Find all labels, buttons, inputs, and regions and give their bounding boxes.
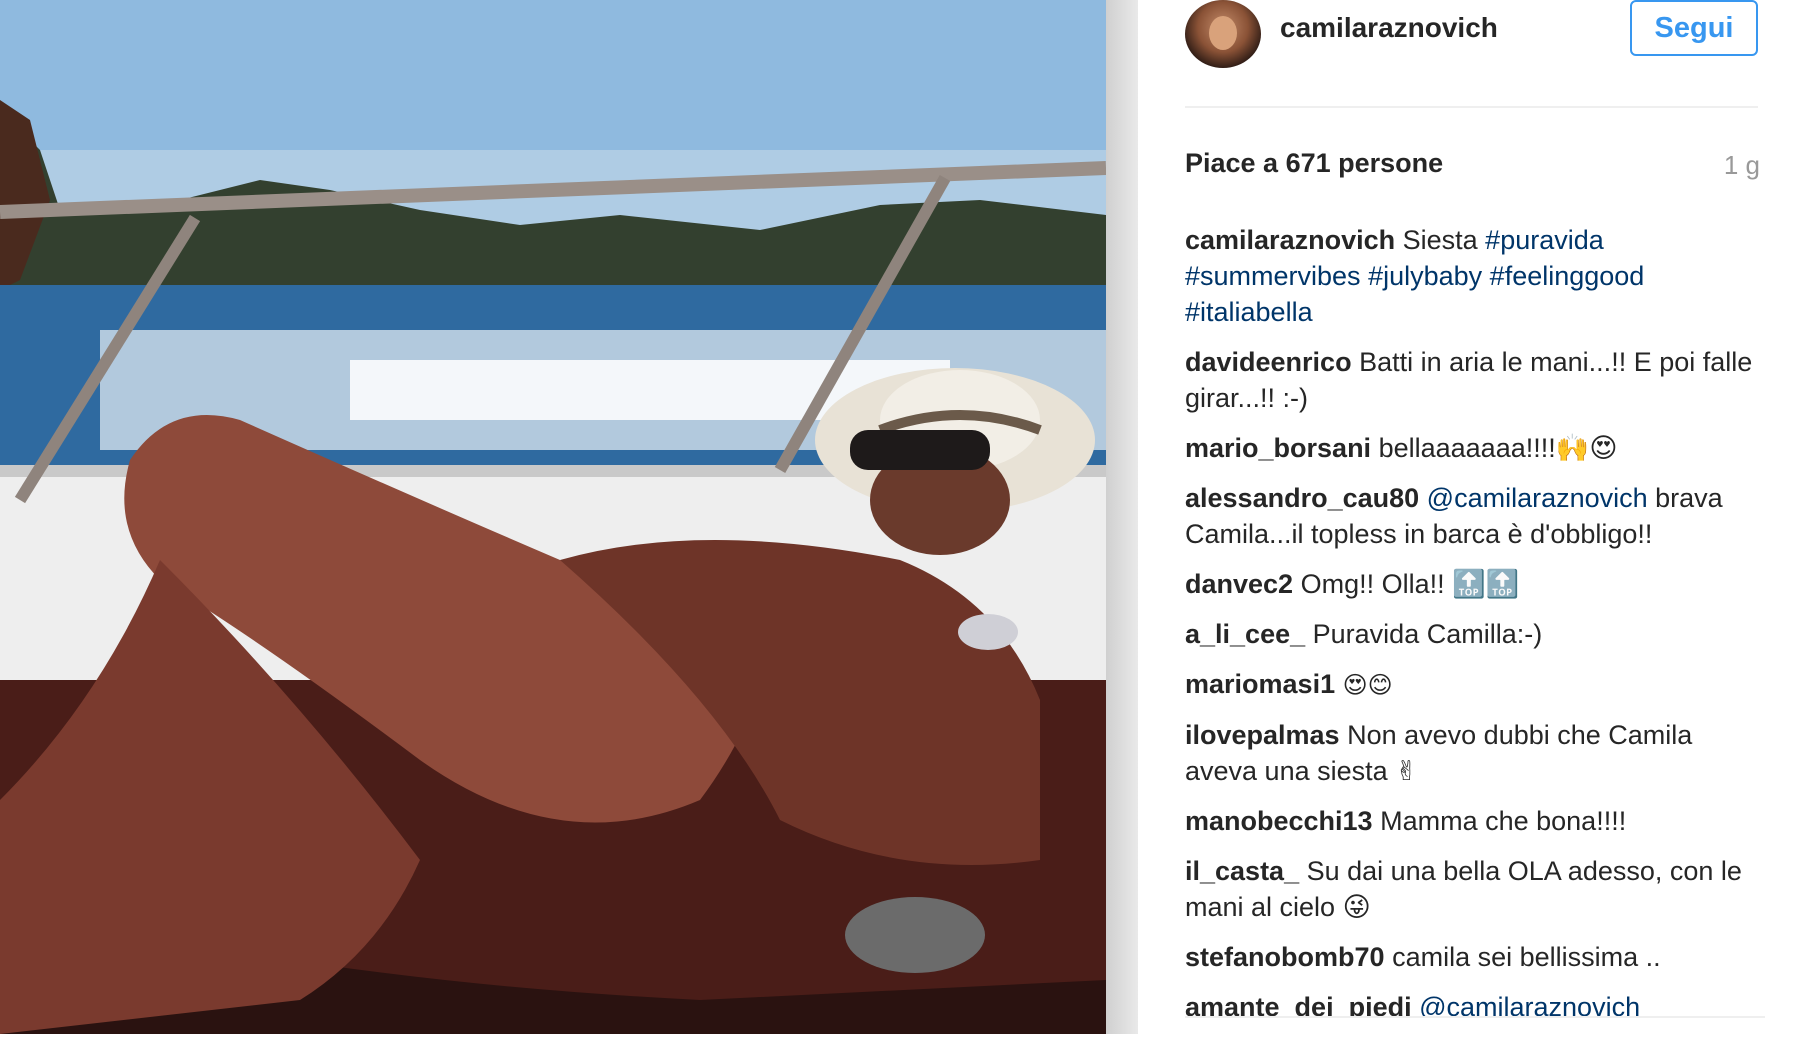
comment-user[interactable]: ilovepalmas xyxy=(1185,720,1340,750)
comment-item: danvec2 Omg!! Olla!! 🔝🔝 xyxy=(1185,566,1765,602)
comment-list-bottom-edge xyxy=(1185,1016,1765,1036)
caption: camilaraznovich Siesta #puravida #summer… xyxy=(1185,222,1765,330)
comment-item: mario_borsani bellaaaaaaa!!!!🙌😍 xyxy=(1185,430,1765,466)
comment-text: Puravida Camilla:-) xyxy=(1312,619,1543,649)
username-link[interactable]: camilaraznovich xyxy=(1280,12,1498,44)
caption-user[interactable]: camilaraznovich xyxy=(1185,225,1395,255)
comment-list: camilaraznovich Siesta #puravida #summer… xyxy=(1185,222,1765,1039)
comment-text: camila sei bellissima .. xyxy=(1392,942,1661,972)
hashtag-italiabella[interactable]: #italiabella xyxy=(1185,297,1313,327)
hashtag-julybaby[interactable]: #julybaby xyxy=(1368,261,1482,291)
likes-count[interactable]: Piace a 671 persone xyxy=(1185,148,1443,179)
header-divider xyxy=(1185,106,1758,108)
comment-user[interactable]: manobecchi13 xyxy=(1185,806,1373,836)
comment-text: bellaaaaaaa!!!!🙌😍 xyxy=(1378,433,1618,463)
comment-user[interactable]: alessandro_cau80 xyxy=(1185,483,1419,513)
comment-user[interactable]: stefanobomb70 xyxy=(1185,942,1385,972)
comment-text: Mamma che bona!!!! xyxy=(1380,806,1627,836)
comment-item: stefanobomb70 camila sei bellissima .. xyxy=(1185,939,1765,975)
comment-text: Omg!! Olla!! 🔝🔝 xyxy=(1300,569,1520,599)
comment-item: ilovepalmas Non avevo dubbi che Camila a… xyxy=(1185,717,1765,789)
comment-text: 😍😊 xyxy=(1342,671,1393,699)
hashtag-feelinggood[interactable]: #feelinggood xyxy=(1490,261,1645,291)
post-photo[interactable] xyxy=(0,0,1106,1034)
comment-item: il_casta_ Su dai una bella OLA adesso, c… xyxy=(1185,853,1765,925)
comment-user[interactable]: mariomasi1 xyxy=(1185,669,1335,699)
post-header: camilaraznovich Segui xyxy=(1185,0,1765,106)
photo-gutter xyxy=(1106,0,1138,1034)
avatar-face xyxy=(1209,16,1237,50)
follow-button[interactable]: Segui xyxy=(1630,0,1758,56)
comment-user[interactable]: il_casta_ xyxy=(1185,856,1299,886)
hashtag-puravida[interactable]: #puravida xyxy=(1485,225,1604,255)
comment-user[interactable]: davideenrico xyxy=(1185,347,1352,377)
comment-item: manobecchi13 Mamma che bona!!!! xyxy=(1185,803,1765,839)
comment-item: a_li_cee_ Puravida Camilla:-) xyxy=(1185,616,1765,652)
post-age[interactable]: 1 g xyxy=(1724,150,1760,181)
comment-item: mariomasi1 😍😊 xyxy=(1185,666,1765,703)
post-side-panel: camilaraznovich Segui Piace a 671 person… xyxy=(1138,0,1796,1036)
caption-text: Siesta xyxy=(1402,225,1478,255)
comment-user[interactable]: a_li_cee_ xyxy=(1185,619,1305,649)
photo-scene xyxy=(0,0,1106,1034)
comment-mention[interactable]: @camilaraznovich xyxy=(1427,483,1648,513)
hashtag-summervibes[interactable]: #summervibes xyxy=(1185,261,1361,291)
comment-user[interactable]: mario_borsani xyxy=(1185,433,1371,463)
avatar[interactable] xyxy=(1185,0,1261,68)
comment-item: alessandro_cau80 @camilaraznovich brava … xyxy=(1185,480,1765,552)
comment-user[interactable]: danvec2 xyxy=(1185,569,1293,599)
comment-item: davideenrico Batti in aria le mani...!! … xyxy=(1185,344,1765,416)
